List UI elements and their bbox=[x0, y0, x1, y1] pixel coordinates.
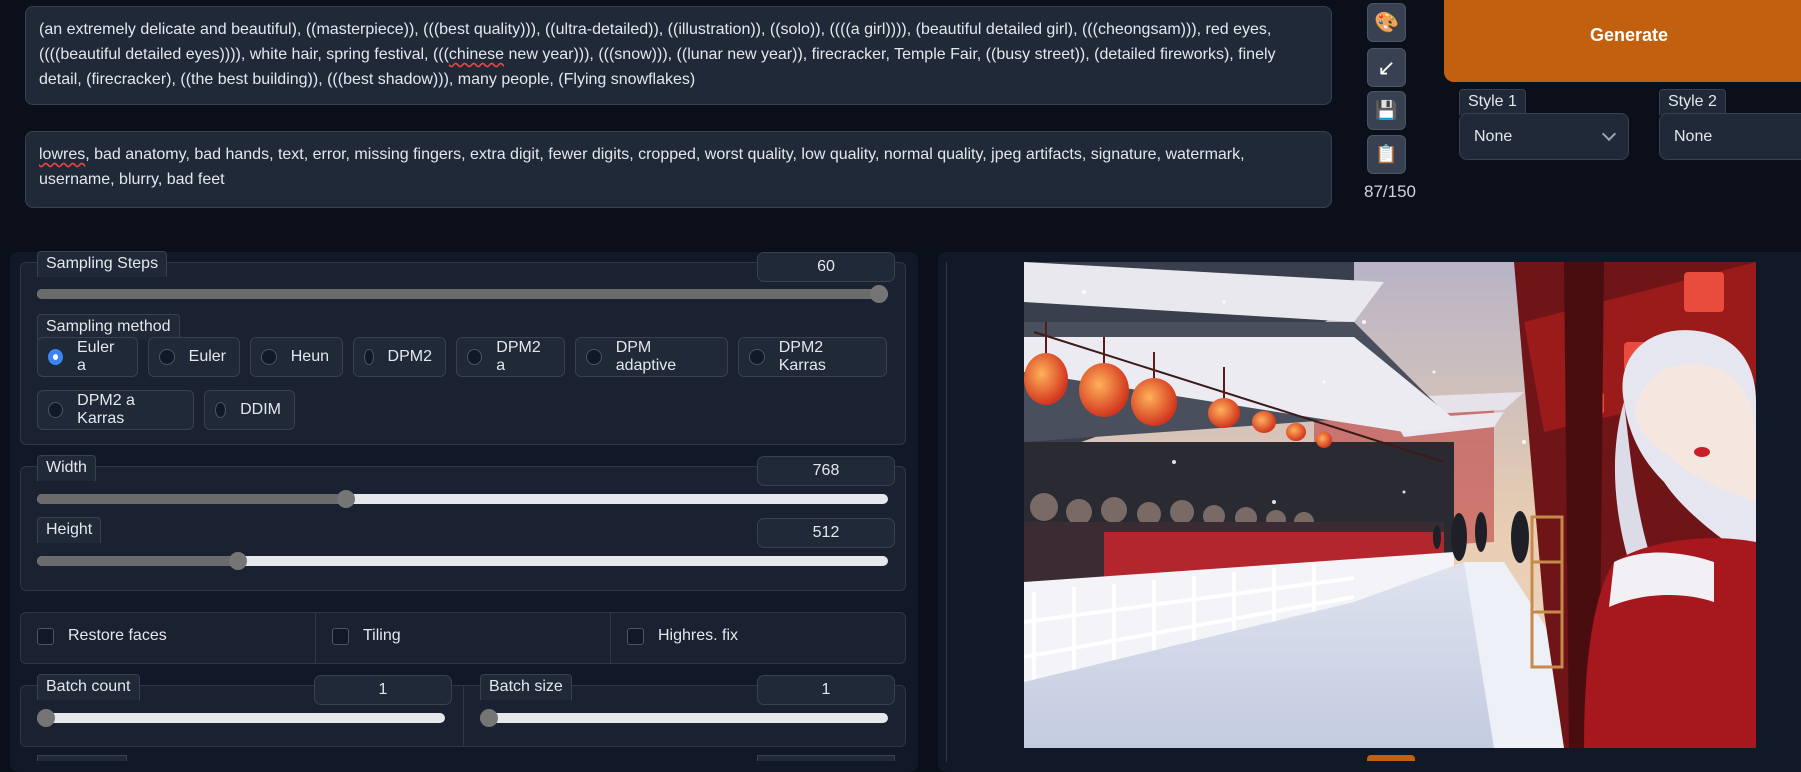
batch-count-label: Batch count bbox=[37, 674, 140, 700]
slider-thumb[interactable] bbox=[480, 709, 498, 727]
radio-label: DDIM bbox=[240, 401, 281, 418]
slider-thumb[interactable] bbox=[870, 285, 888, 303]
radio-dot[interactable] bbox=[48, 402, 64, 418]
style1-select[interactable]: None bbox=[1459, 113, 1629, 160]
next-section-input bbox=[757, 755, 895, 761]
sampling-option-euler-a[interactable]: Euler a bbox=[37, 337, 138, 377]
slider-thumb[interactable] bbox=[37, 709, 55, 727]
divider bbox=[315, 612, 316, 664]
width-fill bbox=[37, 494, 346, 504]
restore-faces-checkbox[interactable]: Restore faces bbox=[37, 627, 167, 645]
highres-fix-checkbox[interactable]: Highres. fix bbox=[627, 627, 738, 645]
style2-value: None bbox=[1674, 127, 1713, 145]
sampling-option-ddim[interactable]: DDIM bbox=[204, 390, 295, 430]
checkbox-box[interactable] bbox=[627, 627, 644, 645]
radio-label: Euler a bbox=[76, 339, 115, 374]
checkbox-label: Tiling bbox=[363, 627, 401, 644]
generate-button[interactable]: Generate bbox=[1444, 0, 1801, 82]
checkbox-box[interactable] bbox=[332, 627, 349, 645]
sampling-option-dpm2-karras[interactable]: DPM2 Karras bbox=[738, 337, 887, 377]
sampling-option-dpm2-a[interactable]: DPM2 a bbox=[456, 337, 565, 377]
sampling-steps-slider[interactable] bbox=[37, 285, 888, 303]
radio-label: DPM2 Karras bbox=[778, 339, 826, 374]
arrow-down-left-icon[interactable]: ↙ bbox=[1367, 48, 1406, 87]
batch-size-input[interactable]: 1 bbox=[757, 675, 895, 705]
batch-size-slider[interactable] bbox=[480, 709, 888, 727]
height-fill bbox=[37, 556, 238, 566]
panel-edge bbox=[946, 262, 947, 762]
width-label: Width bbox=[37, 455, 96, 481]
sampling-steps-input[interactable]: 60 bbox=[757, 252, 895, 282]
divider bbox=[610, 612, 611, 664]
width-input[interactable]: 768 bbox=[757, 456, 895, 486]
radio-dot[interactable] bbox=[261, 349, 277, 365]
tool-glyph: 💾 bbox=[1375, 100, 1398, 120]
negative-segment: lowres bbox=[39, 146, 86, 163]
radio-label: DPM adaptive bbox=[615, 339, 677, 374]
radio-dot[interactable] bbox=[586, 349, 602, 365]
slider-thumb[interactable] bbox=[337, 490, 355, 508]
sampling-option-dpm2-a-karras[interactable]: DPM2 a Karras bbox=[37, 390, 194, 430]
height-label: Height bbox=[37, 517, 102, 543]
checkbox-label: Restore faces bbox=[68, 627, 167, 644]
radio-label: DPM2 bbox=[387, 348, 432, 365]
sampling-steps-label: Sampling Steps bbox=[37, 251, 168, 277]
negative-prompt-textarea[interactable]: lowres, bad anatomy, bad hands, text, er… bbox=[25, 131, 1332, 208]
width-slider[interactable] bbox=[37, 490, 888, 508]
height-slider[interactable] bbox=[37, 552, 888, 570]
palette-icon[interactable]: 🎨 bbox=[1367, 3, 1406, 42]
chevron-down-icon bbox=[1601, 126, 1617, 142]
radio-dot[interactable] bbox=[48, 349, 63, 365]
radio-dot[interactable] bbox=[215, 402, 227, 418]
clipboard-icon[interactable]: 📋 bbox=[1367, 135, 1406, 174]
sampling-option-dpm-adaptive[interactable]: DPM adaptive bbox=[575, 337, 728, 377]
divider bbox=[463, 685, 464, 747]
save-icon[interactable]: 💾 bbox=[1367, 91, 1406, 130]
batch-count-input[interactable]: 1 bbox=[314, 675, 452, 705]
negative-segment: , bad anatomy, bad hands, text, error, m… bbox=[39, 146, 1245, 188]
batch-size-label: Batch size bbox=[480, 674, 572, 700]
tiling-checkbox[interactable]: Tiling bbox=[332, 627, 401, 645]
tool-glyph: 🎨 bbox=[1374, 12, 1399, 34]
radio-label: Euler bbox=[188, 348, 226, 365]
style2-label: Style 2 bbox=[1659, 89, 1726, 115]
sampling-option-euler[interactable]: Euler bbox=[148, 337, 240, 377]
height-input[interactable]: 512 bbox=[757, 518, 895, 548]
radio-label: DPM2 a Karras bbox=[77, 392, 135, 427]
radio-label: DPM2 a bbox=[496, 339, 541, 374]
batch-count-slider[interactable] bbox=[37, 709, 445, 727]
radio-dot[interactable] bbox=[467, 349, 483, 365]
style1-label: Style 1 bbox=[1459, 89, 1526, 115]
sampling-steps-fill bbox=[37, 289, 879, 299]
checkbox-box[interactable] bbox=[37, 627, 54, 645]
tool-glyph: ↙ bbox=[1377, 54, 1396, 80]
output-tab-indicator bbox=[1367, 755, 1415, 761]
next-section-label bbox=[37, 755, 127, 761]
positive-segment: chinese bbox=[448, 46, 505, 63]
checkbox-label: Highres. fix bbox=[658, 627, 739, 644]
radio-label: Heun bbox=[290, 348, 329, 365]
tool-glyph: 📋 bbox=[1375, 144, 1398, 164]
sampling-option-heun[interactable]: Heun bbox=[250, 337, 343, 377]
radio-dot[interactable] bbox=[749, 349, 765, 365]
positive-prompt-textarea[interactable]: (an extremely delicate and beautiful), (… bbox=[25, 6, 1332, 105]
style1-value: None bbox=[1474, 127, 1513, 145]
generated-image[interactable] bbox=[1024, 262, 1756, 748]
token-counter: 87/150 bbox=[1364, 182, 1416, 201]
slider-thumb[interactable] bbox=[229, 552, 247, 570]
style2-select[interactable]: None bbox=[1659, 113, 1801, 160]
generated-image-artwork bbox=[1024, 262, 1756, 748]
radio-dot[interactable] bbox=[159, 349, 175, 365]
sampling-option-dpm2[interactable]: DPM2 bbox=[353, 337, 446, 377]
radio-dot[interactable] bbox=[364, 349, 374, 365]
